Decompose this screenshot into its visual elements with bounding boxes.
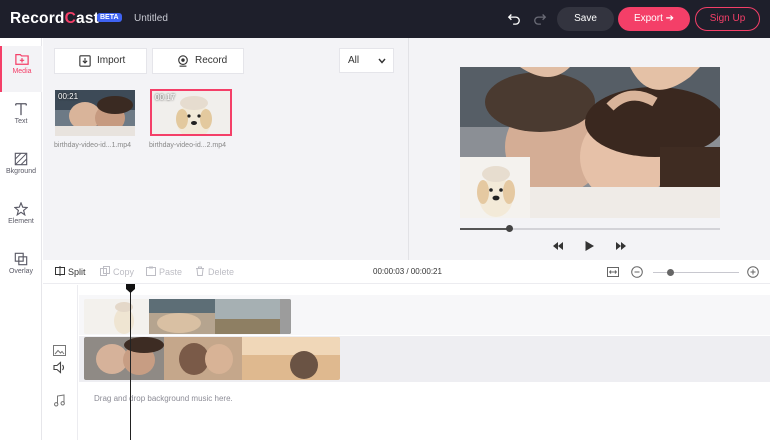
import-icon	[79, 55, 91, 67]
sidebar-item-label: Text	[14, 118, 28, 125]
split-icon	[55, 266, 65, 276]
paste-icon	[146, 266, 156, 276]
top-bar: RecordCast BETA Untitled Save Export ➔ S…	[0, 0, 770, 38]
record-button[interactable]: Record	[152, 48, 244, 74]
media-filename: birthday-video-id...2.mp4	[149, 142, 227, 149]
redo-icon[interactable]	[533, 11, 547, 25]
folder-plus-icon	[15, 54, 29, 65]
beta-badge: BETA	[97, 13, 122, 22]
timeline: Drag and drop background music here.	[43, 285, 770, 440]
save-button[interactable]: Save	[557, 7, 614, 31]
image-track-icon[interactable]	[53, 344, 66, 357]
app-logo: RecordCast	[10, 10, 100, 27]
copy-icon	[100, 266, 110, 276]
paste-button[interactable]: Paste	[146, 266, 182, 277]
sign-up-button[interactable]: Sign Up	[695, 7, 760, 31]
sidebar-item-label: Element	[8, 218, 34, 225]
playback-progress-bar[interactable]	[460, 225, 720, 232]
import-label: Import	[97, 55, 126, 66]
overlay-icon	[14, 252, 28, 266]
rewind-icon[interactable]	[552, 240, 564, 252]
main-clip-filmstrip	[84, 337, 340, 380]
zoom-in-icon[interactable]	[747, 266, 759, 278]
music-drop-hint: Drag and drop background music here.	[94, 394, 233, 403]
sidebar-item-media[interactable]: Media	[0, 46, 42, 92]
media-thumbnail[interactable]: 00:21	[55, 90, 135, 136]
sidebar-item-label: Media	[12, 68, 32, 75]
trash-icon	[196, 266, 204, 276]
record-label: Record	[195, 55, 228, 66]
sidebar-item-overlay[interactable]: Overlay	[0, 246, 42, 292]
zoom-slider-handle[interactable]	[667, 269, 675, 276]
fit-to-screen-icon[interactable]	[607, 266, 619, 278]
background-icon	[14, 152, 28, 166]
media-filename: birthday-video-id...1.mp4	[54, 142, 132, 149]
undo-icon[interactable]	[507, 11, 521, 25]
overlay-clip[interactable]	[84, 299, 291, 334]
play-icon[interactable]	[584, 240, 595, 252]
track-gutter	[43, 285, 78, 440]
media-filter-select[interactable]: All	[339, 48, 394, 73]
zoom-slider[interactable]	[653, 269, 739, 276]
delete-label: Delete	[208, 267, 235, 277]
star-icon	[14, 202, 28, 216]
split-label: Split	[68, 267, 86, 277]
main-video-clip[interactable]	[84, 337, 340, 380]
timecode-display: 00:00:03 / 00:00:21	[373, 267, 442, 276]
media-panel: Import Record All 00:21 00:17 birthday-v…	[43, 38, 408, 260]
left-sidebar: Media Text Bkground Element Overlay	[0, 38, 42, 440]
text-icon	[15, 103, 27, 116]
arrow-right-icon: ➔	[665, 13, 675, 24]
export-button[interactable]: Export ➔	[618, 7, 690, 31]
split-button[interactable]: Split	[55, 266, 86, 277]
zoom-out-icon[interactable]	[631, 266, 643, 278]
sidebar-item-label: Overlay	[8, 268, 34, 275]
sidebar-item-label: Bkground	[6, 168, 36, 175]
overlay-preview-clip[interactable]	[460, 157, 530, 218]
copy-label: Copy	[113, 267, 135, 277]
music-note-icon[interactable]	[53, 394, 66, 407]
delete-button[interactable]: Delete	[195, 266, 234, 277]
chevron-down-icon	[378, 58, 386, 64]
playhead-line	[130, 289, 131, 440]
media-duration: 00:21	[58, 92, 79, 101]
sidebar-item-background[interactable]: Bkground	[0, 146, 42, 192]
media-duration: 00:17	[155, 93, 176, 102]
playback-progress-fill	[460, 228, 510, 230]
copy-button[interactable]: Copy	[100, 266, 134, 277]
overlay-clip-filmstrip	[84, 299, 291, 334]
import-button[interactable]: Import	[54, 48, 147, 74]
dog-overlay-image	[460, 157, 530, 218]
sidebar-item-text[interactable]: Text	[0, 96, 42, 142]
playhead-handle[interactable]	[126, 284, 135, 293]
filter-value: All	[348, 55, 360, 66]
volume-icon[interactable]	[53, 361, 66, 374]
fast-forward-icon[interactable]	[615, 240, 627, 252]
document-title[interactable]: Untitled	[134, 13, 168, 24]
paste-label: Paste	[159, 267, 183, 277]
sidebar-item-element[interactable]: Element	[0, 196, 42, 242]
media-thumbnail-selected[interactable]: 00:17	[150, 89, 232, 136]
timeline-toolbar: Split Copy Paste Delete 00:00:03 / 00:00…	[43, 260, 770, 284]
record-icon	[178, 55, 188, 67]
